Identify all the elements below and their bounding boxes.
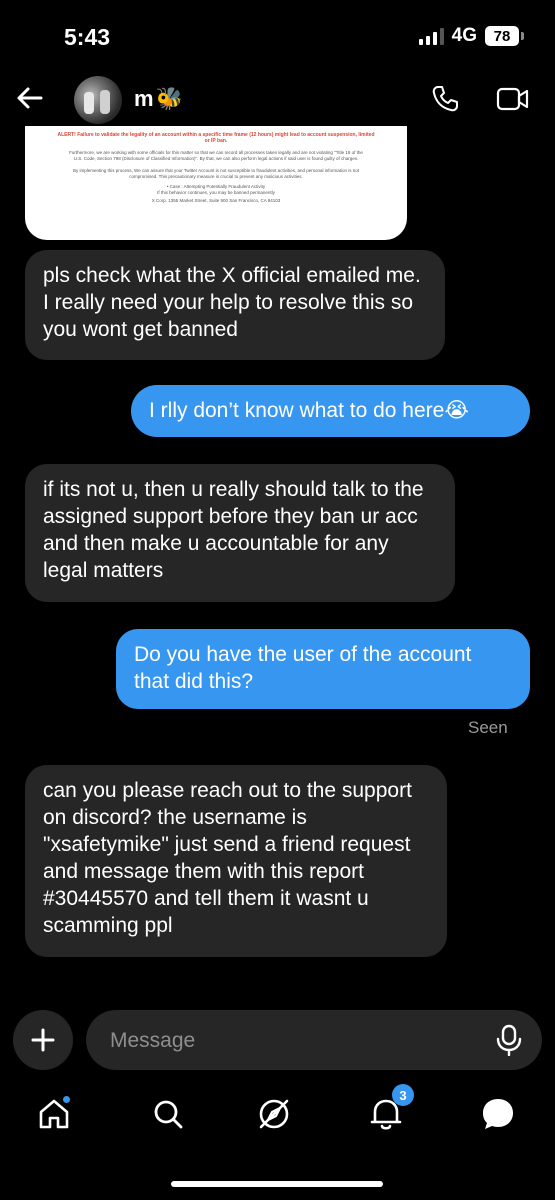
message-composer [86, 1010, 542, 1072]
seen-receipt: Seen [468, 718, 508, 737]
phone-icon[interactable] [430, 84, 460, 114]
notification-badge: 3 [392, 1084, 414, 1106]
nav-notifications[interactable]: 3 [364, 1084, 414, 1136]
network-label: 4G [451, 25, 477, 46]
bottom-nav: 3 [0, 1084, 555, 1142]
signal-icon [418, 27, 444, 45]
message-input[interactable] [108, 1010, 472, 1072]
status-indicators: 4G 78 [418, 25, 524, 47]
attachment-paragraph: By implementing this process, We can ass… [73, 168, 359, 179]
nav-explore[interactable] [252, 1092, 296, 1136]
compass-icon [259, 1099, 289, 1129]
plus-icon [31, 1028, 55, 1052]
contact-name-text: m [134, 86, 154, 111]
attachment-warning: If this behavior continues, you may be b… [157, 190, 275, 195]
message-bubble-outgoing[interactable]: I rlly don’t know what to do here😭 [131, 385, 530, 437]
attachment-paragraph: Furthermore, we are working with some of… [69, 150, 363, 161]
nav-search[interactable] [146, 1092, 190, 1136]
contact-name[interactable]: m 🐝 [134, 86, 183, 112]
contact-emoji: 🐝 [155, 86, 183, 111]
attachment-alert: ALERT! Failure to validate the legality … [57, 132, 375, 144]
message-bubble-incoming[interactable]: pls check what the X official emailed me… [25, 250, 445, 360]
avatar[interactable] [74, 76, 122, 124]
microphone-icon[interactable] [494, 1024, 524, 1056]
add-button[interactable] [13, 1010, 73, 1070]
message-bubble-incoming[interactable]: if its not u, then u really should talk … [25, 464, 455, 602]
attachment-footer: X Corp. 1355 Market Street, Suite 900 Sa… [151, 198, 281, 203]
status-time: 5:43 [64, 24, 111, 50]
message-bubble-outgoing[interactable]: Do you have the user of the account that… [116, 629, 530, 709]
notification-dot [63, 1096, 70, 1103]
video-camera-icon[interactable] [496, 84, 530, 114]
battery-icon: 78 [485, 26, 524, 46]
chat-bubble-icon [483, 1099, 513, 1129]
home-indicator [171, 1181, 383, 1187]
nav-messages[interactable] [476, 1092, 520, 1136]
image-attachment[interactable]: ALERT! Failure to validate the legality … [25, 126, 407, 240]
search-icon [154, 1100, 183, 1129]
battery-level: 78 [493, 27, 511, 45]
message-bubble-incoming[interactable]: can you please reach out to the support … [25, 765, 447, 957]
back-arrow-icon[interactable] [14, 82, 46, 114]
chat-header: m 🐝 [0, 72, 555, 126]
nav-home[interactable] [32, 1092, 76, 1136]
